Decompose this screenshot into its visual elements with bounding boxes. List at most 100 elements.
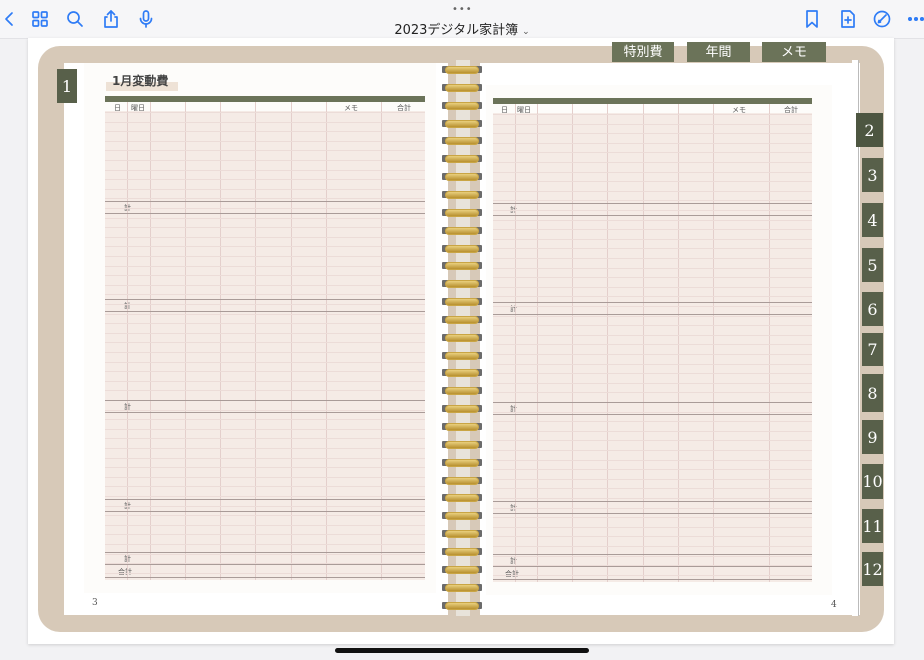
subtotal-divider	[105, 201, 425, 202]
grid-column-line	[572, 104, 573, 582]
grid-row-line	[105, 237, 425, 238]
chevron-down-icon: ⌄	[522, 27, 530, 37]
ring-wire	[445, 155, 479, 164]
grid-row-line	[105, 285, 425, 286]
spiral-ring	[442, 440, 482, 449]
ring-wire	[445, 333, 479, 342]
subtotal-divider	[105, 311, 425, 312]
grid-row-line	[105, 544, 425, 545]
spiral-ring	[442, 351, 482, 360]
ring-wire	[445, 405, 479, 414]
tab-month-9[interactable]: 9	[862, 420, 883, 454]
grid-row-line	[105, 198, 425, 199]
grid-column-line	[185, 102, 186, 580]
grid-row-line	[493, 200, 812, 201]
ring-wire	[445, 280, 479, 289]
grid-row-line	[493, 325, 812, 326]
tab-month-4[interactable]: 4	[862, 203, 883, 237]
grid-row-line	[493, 450, 812, 451]
grid-row-line	[105, 112, 425, 113]
grid-row-line	[105, 323, 425, 324]
ring-wire	[445, 547, 479, 556]
app-toolbar: ••• 2023デジタル家計簿 ⌄	[0, 0, 924, 39]
spiral-ring	[442, 83, 482, 92]
ring-wire	[445, 119, 479, 128]
grid-row-line	[105, 218, 425, 219]
tab-month-3[interactable]: 3	[862, 158, 883, 192]
home-indicator[interactable]	[335, 648, 589, 653]
ring-wire	[445, 226, 479, 235]
grid-row-line	[493, 421, 812, 422]
grid-row-line	[105, 534, 425, 535]
subtotal-divider	[493, 414, 812, 415]
grid-row-line	[493, 220, 812, 221]
spiral-ring	[442, 422, 482, 431]
grid-row-line	[493, 335, 812, 336]
grid-row-line	[105, 333, 425, 334]
grid-column-line	[150, 102, 151, 580]
grid-row-line	[105, 179, 425, 180]
tab-month-12[interactable]: 12	[862, 552, 883, 586]
grid-row-line	[493, 460, 812, 461]
grid-row-line	[105, 208, 425, 209]
page-title: 1月変動費	[112, 74, 169, 88]
tab-month-10[interactable]: 10	[862, 464, 883, 499]
ring-wire	[445, 190, 479, 199]
grid-row-line	[493, 469, 812, 470]
grid-row-line	[493, 296, 812, 297]
tab-special-expenses[interactable]: 特別費	[612, 42, 674, 62]
subtotal-divider	[105, 299, 425, 300]
tab-memo[interactable]: メモ	[762, 42, 826, 62]
grand-total-label: 合計	[118, 568, 132, 576]
grid-row-line	[493, 392, 812, 393]
grid-row-line	[493, 229, 812, 230]
grid-row-line	[493, 546, 812, 547]
grand-total-label: 合計	[505, 570, 519, 578]
subtotal-divider	[105, 552, 425, 553]
grid-column-line	[220, 102, 221, 580]
ring-wire	[445, 101, 479, 110]
spiral-ring	[442, 172, 482, 182]
tab-month-8[interactable]: 8	[862, 374, 883, 412]
tab-month-6[interactable]: 6	[862, 292, 883, 326]
spiral-ring	[442, 547, 482, 556]
subtotal-divider	[105, 412, 425, 413]
ring-wire	[445, 173, 479, 182]
ring-wire	[445, 298, 479, 307]
spiral-ring	[442, 493, 482, 503]
subtotal-divider	[105, 400, 425, 401]
spiral-ring	[442, 458, 482, 467]
add-page-icon[interactable]	[837, 8, 859, 30]
grid-row-line	[105, 342, 425, 343]
tab-annual[interactable]: 年間	[687, 42, 750, 62]
expense-table-left: 日 曜日 メモ 合計 計 計 計 計 計 合計	[105, 96, 425, 580]
subtotal-divider	[493, 566, 812, 567]
more-options-icon[interactable]	[905, 8, 924, 30]
subtotal-divider	[105, 511, 425, 512]
tab-month-5[interactable]: 5	[862, 248, 883, 282]
tab-month-1[interactable]: 1	[57, 69, 77, 103]
ring-wire	[445, 583, 479, 592]
tab-month-11[interactable]: 11	[862, 509, 883, 543]
grid-column-line	[537, 104, 538, 582]
window-grab-handle[interactable]: •••	[452, 4, 473, 15]
subtotal-divider	[493, 513, 812, 514]
markup-pen-icon[interactable]	[871, 8, 893, 30]
grid-column-line	[515, 104, 516, 582]
grid-row-line	[493, 248, 812, 249]
ring-wire	[445, 66, 479, 74]
grid-column-line	[678, 104, 679, 582]
document-title-menu[interactable]: 2023デジタル家計簿 ⌄	[0, 19, 924, 38]
ring-wire	[445, 494, 479, 503]
ring-wire	[445, 137, 479, 146]
subtotal-divider	[105, 564, 425, 565]
grid-row-line	[493, 498, 812, 499]
grid-row-line	[105, 314, 425, 315]
grid-row-line	[105, 458, 425, 459]
bookmark-icon[interactable]	[801, 8, 823, 30]
grid-column-line	[255, 102, 256, 580]
tab-month-2[interactable]: 2	[856, 113, 883, 147]
tab-month-7[interactable]: 7	[862, 333, 883, 366]
subtotal-divider	[105, 499, 425, 500]
grid-row-line	[105, 390, 425, 391]
